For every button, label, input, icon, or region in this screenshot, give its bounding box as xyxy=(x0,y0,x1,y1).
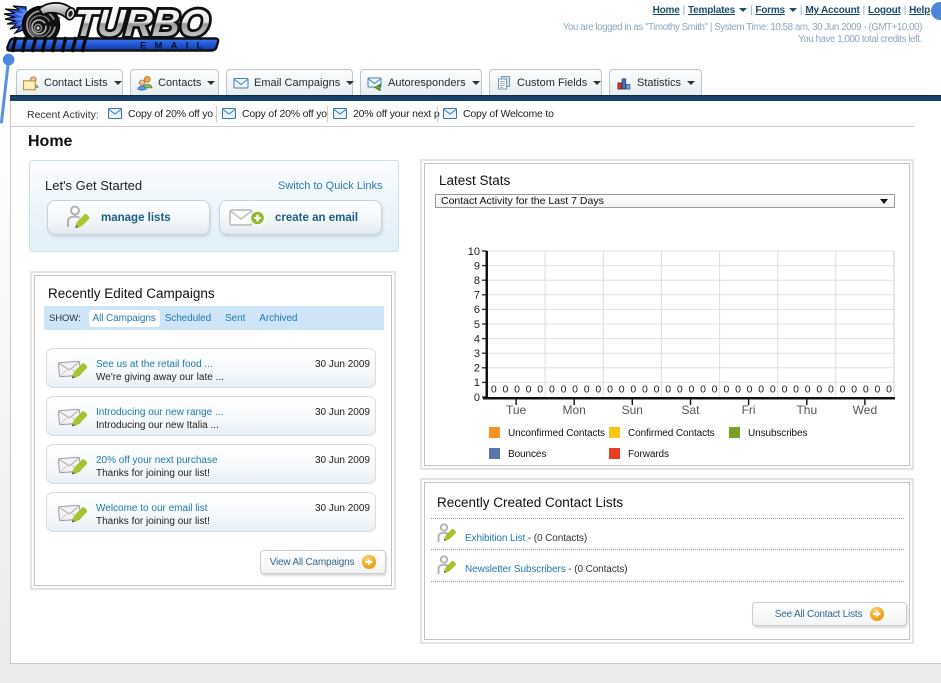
svg-text:8: 8 xyxy=(474,275,480,287)
svg-text:0: 0 xyxy=(584,384,590,396)
svg-text:0: 0 xyxy=(561,384,567,396)
svg-text:0: 0 xyxy=(840,384,846,396)
svg-text:0: 0 xyxy=(572,384,578,396)
svg-text:10: 10 xyxy=(468,246,480,258)
svg-text:0: 0 xyxy=(851,384,857,396)
svg-text:0: 0 xyxy=(747,384,753,396)
svg-text:0: 0 xyxy=(619,384,625,396)
svg-text:0: 0 xyxy=(642,384,648,396)
svg-text:9: 9 xyxy=(474,260,480,272)
svg-text:2: 2 xyxy=(474,363,480,375)
svg-text:6: 6 xyxy=(474,304,480,316)
svg-text:EMAIL: EMAIL xyxy=(140,40,211,51)
svg-text:0: 0 xyxy=(886,384,892,396)
svg-text:0: 0 xyxy=(758,384,764,396)
svg-text:0: 0 xyxy=(526,384,532,396)
svg-text:0: 0 xyxy=(514,384,520,396)
svg-text:0: 0 xyxy=(770,384,776,396)
svg-text:0: 0 xyxy=(816,384,822,396)
svg-text:Wed: Wed xyxy=(853,403,877,417)
svg-text:0: 0 xyxy=(677,384,683,396)
svg-text:Sat: Sat xyxy=(681,403,700,417)
svg-text:0: 0 xyxy=(630,384,636,396)
svg-text:0: 0 xyxy=(595,384,601,396)
svg-text:0: 0 xyxy=(863,384,869,396)
svg-text:Sun: Sun xyxy=(622,403,643,417)
svg-text:0: 0 xyxy=(474,392,480,404)
svg-text:0: 0 xyxy=(712,384,718,396)
svg-text:0: 0 xyxy=(723,384,729,396)
svg-text:5: 5 xyxy=(474,319,480,331)
svg-text:Thu: Thu xyxy=(796,403,817,417)
svg-text:0: 0 xyxy=(665,384,671,396)
svg-text:0: 0 xyxy=(793,384,799,396)
svg-text:Fri: Fri xyxy=(742,403,756,417)
svg-text:0: 0 xyxy=(502,384,508,396)
svg-text:1: 1 xyxy=(474,377,480,389)
svg-text:0: 0 xyxy=(549,384,555,396)
svg-text:0: 0 xyxy=(607,384,613,396)
svg-text:Mon: Mon xyxy=(563,403,586,417)
svg-text:0: 0 xyxy=(688,384,694,396)
svg-text:3: 3 xyxy=(474,348,480,360)
svg-text:0: 0 xyxy=(735,384,741,396)
svg-text:0: 0 xyxy=(805,384,811,396)
svg-text:0: 0 xyxy=(537,384,543,396)
svg-text:0: 0 xyxy=(654,384,660,396)
svg-text:0: 0 xyxy=(874,384,880,396)
svg-text:0: 0 xyxy=(782,384,788,396)
svg-text:4: 4 xyxy=(474,333,480,345)
svg-text:0: 0 xyxy=(491,384,497,396)
svg-text:0: 0 xyxy=(700,384,706,396)
svg-text:Tue: Tue xyxy=(506,403,527,417)
svg-text:7: 7 xyxy=(474,290,480,302)
svg-text:0: 0 xyxy=(828,384,834,396)
